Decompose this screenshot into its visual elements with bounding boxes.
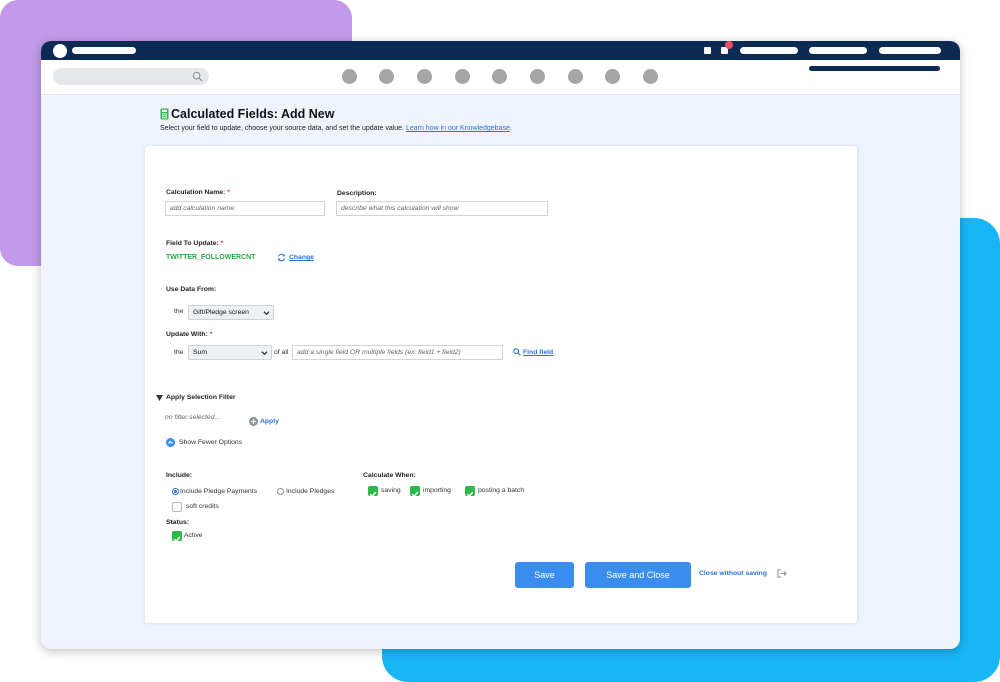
form-card: Calculation Name: * add calculation name …	[145, 146, 857, 623]
importing-checkbox[interactable]	[410, 486, 420, 498]
chevron-down-icon	[261, 351, 268, 356]
active-tab-indicator	[809, 66, 940, 71]
aggregate-selected: Sum	[193, 349, 207, 356]
add-circle-icon[interactable]	[249, 417, 258, 426]
soft-credits-checkbox[interactable]	[172, 502, 182, 512]
subtitle-period: .	[509, 125, 512, 132]
help-icon[interactable]	[704, 47, 711, 54]
notification-badge	[725, 41, 733, 49]
required-mark: *	[209, 331, 213, 338]
top-menu-item-1[interactable]	[740, 47, 798, 54]
app-window: Calculated Fields: Add New Select your f…	[41, 41, 960, 649]
use-data-from-label: Use Data From:	[166, 286, 217, 293]
top-menu-item-3[interactable]	[879, 47, 941, 54]
saving-label: saving	[381, 487, 401, 494]
apply-filter-link[interactable]: Apply	[260, 418, 279, 425]
update-with-label: Update With: *	[166, 331, 213, 338]
include-pledge-payments-label: Include Pledge Payments	[180, 488, 258, 495]
check-icon	[411, 491, 419, 498]
close-without-saving-link[interactable]: Close without saving	[699, 570, 767, 577]
search-icon	[192, 71, 203, 82]
aggregate-select[interactable]: Sum	[188, 345, 272, 360]
nav-item-9[interactable]	[643, 69, 658, 84]
filter-status-text: no filter selected...	[165, 414, 235, 424]
description-label: Description:	[337, 190, 377, 197]
stage: Calculated Fields: Add New Select your f…	[0, 0, 1000, 682]
field-to-update-value: TWITTER_FOLLOWERCNT	[166, 254, 256, 261]
exit-icon[interactable]	[777, 569, 787, 578]
check-icon	[173, 536, 181, 543]
change-field-link[interactable]: Change	[289, 254, 314, 261]
importing-label: importing	[423, 487, 451, 494]
active-checkbox[interactable]	[172, 531, 182, 543]
calculator-icon	[160, 108, 169, 120]
nav-item-5[interactable]	[492, 69, 507, 84]
check-icon	[369, 491, 377, 498]
find-field-link[interactable]: Find field	[523, 349, 553, 356]
logo-icon[interactable]	[53, 44, 67, 58]
nav-item-7[interactable]	[568, 69, 583, 84]
search-input[interactable]	[53, 68, 209, 85]
nav-bar	[41, 60, 960, 95]
calc-name-input[interactable]: add calculation name	[165, 201, 325, 216]
page-title: Calculated Fields: Add New	[160, 107, 334, 121]
saving-checkbox[interactable]	[368, 486, 378, 498]
calc-name-label-text: Calculation Name:	[166, 189, 226, 196]
soft-credits-label: soft credits	[186, 503, 219, 510]
update-with-label-text: Update With:	[166, 331, 208, 338]
required-mark: *	[220, 240, 224, 247]
top-menu-item-2[interactable]	[809, 47, 867, 54]
field-to-update-label-text: Field To Update:	[166, 240, 219, 247]
nav-item-6[interactable]	[530, 69, 545, 84]
apply-selection-filter-label[interactable]: Apply Selection Filter	[166, 394, 236, 401]
page-title-text: Calculated Fields: Add New	[171, 107, 335, 121]
radio-include-pledges[interactable]	[277, 488, 284, 495]
page-subtitle: Select your field to update, choose your…	[160, 125, 512, 132]
nav-item-8[interactable]	[605, 69, 620, 84]
collapse-triangle-icon[interactable]	[156, 395, 163, 401]
check-icon	[466, 491, 474, 498]
use-data-from-selected: Gift/Pledge screen	[193, 309, 249, 316]
refresh-icon[interactable]	[277, 253, 286, 262]
include-pledges-label: Include Pledges	[286, 488, 335, 495]
logo-wordmark-placeholder	[72, 47, 136, 54]
show-fewer-options-toggle[interactable]: Show Fewer Options	[179, 439, 242, 446]
use-data-from-select[interactable]: Gift/Pledge screen	[188, 305, 274, 320]
use-data-from-prefix: the	[174, 308, 184, 315]
description-input[interactable]: describe what this calculation will show	[336, 201, 548, 216]
nav-item-1[interactable]	[342, 69, 357, 84]
posting-batch-checkbox[interactable]	[465, 486, 475, 498]
nav-item-2[interactable]	[379, 69, 394, 84]
nav-item-3[interactable]	[417, 69, 432, 84]
chevron-up-circle-icon[interactable]	[166, 438, 175, 447]
update-with-prefix: the	[174, 349, 184, 356]
of-all-text: of all	[274, 349, 289, 356]
posting-batch-label: posting a batch	[478, 487, 525, 494]
nav-item-4[interactable]	[455, 69, 470, 84]
chevron-down-icon	[263, 311, 270, 316]
subtitle-text: Select your field to update, choose your…	[160, 125, 404, 132]
top-bar	[41, 41, 960, 60]
include-label: Include:	[166, 472, 193, 479]
radio-include-pledge-payments[interactable]	[172, 488, 179, 495]
required-mark: *	[227, 189, 230, 196]
save-button[interactable]: Save	[515, 562, 574, 588]
field-to-update-label: Field To Update: *	[166, 240, 223, 247]
knowledgebase-link[interactable]: Learn how in our Knowledgebase	[406, 125, 510, 132]
save-and-close-button[interactable]: Save and Close	[585, 562, 691, 588]
calculate-when-label: Calculate When:	[363, 472, 416, 479]
update-with-fields-input[interactable]: add a single field OR multiple fields (e…	[292, 345, 503, 360]
status-label: Status:	[166, 519, 190, 526]
search-icon[interactable]	[513, 348, 521, 356]
calc-name-label: Calculation Name: *	[166, 189, 230, 196]
active-label: Active	[184, 532, 203, 539]
